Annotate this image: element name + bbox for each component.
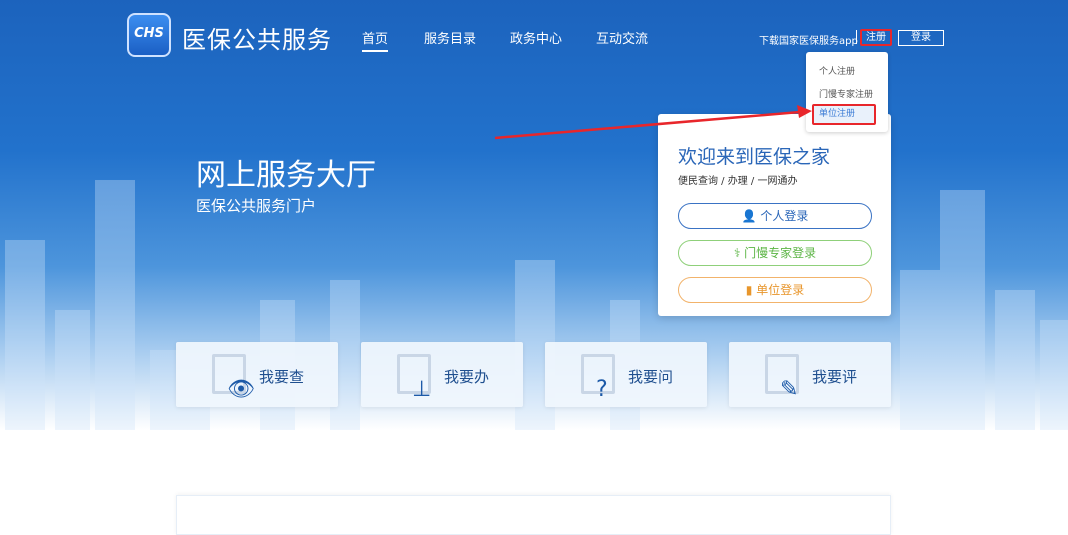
- unit-login-button[interactable]: ▮ 单位登录: [678, 277, 872, 303]
- pen-icon: ✎: [765, 354, 799, 402]
- register-button[interactable]: 注册: [860, 29, 892, 46]
- hero-subtitle: 医保公共服务门户: [196, 197, 317, 215]
- city-skyline-illustration: [5, 180, 1068, 430]
- download-app-link[interactable]: 下载国家医保服务app: [759, 32, 858, 47]
- hero-banner: [0, 0, 1068, 430]
- menu-item-personal-register[interactable]: 个人注册: [819, 64, 855, 77]
- card-query[interactable]: 👁 我要查: [176, 342, 338, 407]
- personal-login-button[interactable]: 👤 个人登录: [678, 203, 872, 229]
- chs-logo[interactable]: CHS: [127, 13, 171, 57]
- panel-tagline: 便民查询 / 办理 / 一网通办: [678, 176, 798, 187]
- card-label: 我要评: [812, 368, 858, 386]
- label: 门慢专家登录: [744, 246, 817, 260]
- question-icon: ?: [581, 354, 615, 402]
- eye-icon: 👁: [212, 354, 255, 402]
- register-dropdown: 个人注册 门慢专家注册 单位注册: [806, 52, 888, 132]
- label: 单位登录: [756, 283, 805, 297]
- brand-title: 医保公共服务: [182, 26, 332, 54]
- nav-service-catalog[interactable]: 服务目录: [424, 28, 476, 47]
- building-icon: ▮: [745, 283, 753, 297]
- card-label: 我要问: [628, 368, 674, 386]
- panel-title: 欢迎来到医保之家: [678, 146, 831, 168]
- card-ask[interactable]: ? 我要问: [545, 342, 707, 407]
- nav-interaction[interactable]: 互动交流: [596, 28, 648, 47]
- card-label: 我要办: [444, 368, 490, 386]
- card-handle[interactable]: ⊥ 我要办: [361, 342, 523, 407]
- menu-item-expert-register[interactable]: 门慢专家注册: [819, 87, 873, 100]
- menu-item-unit-register[interactable]: 单位注册: [812, 104, 876, 125]
- hero-title: 网上服务大厅: [196, 158, 376, 193]
- nav-government-center[interactable]: 政务中心: [510, 28, 562, 47]
- login-button[interactable]: 登录: [898, 30, 944, 46]
- content-section: [176, 495, 891, 535]
- expert-login-button[interactable]: ⚕ 门慢专家登录: [678, 240, 872, 266]
- label: 个人登录: [760, 209, 809, 223]
- card-evaluate[interactable]: ✎ 我要评: [729, 342, 891, 407]
- card-label: 我要查: [259, 368, 305, 386]
- user-icon: 👤: [741, 209, 757, 223]
- stamp-icon: ⊥: [397, 354, 431, 402]
- nav-home[interactable]: 首页: [362, 28, 389, 52]
- login-panel: 欢迎来到医保之家 便民查询 / 办理 / 一网通办 👤 个人登录 ⚕ 门慢专家登…: [658, 114, 891, 316]
- divider: [856, 30, 857, 44]
- doctor-icon: ⚕: [733, 246, 741, 260]
